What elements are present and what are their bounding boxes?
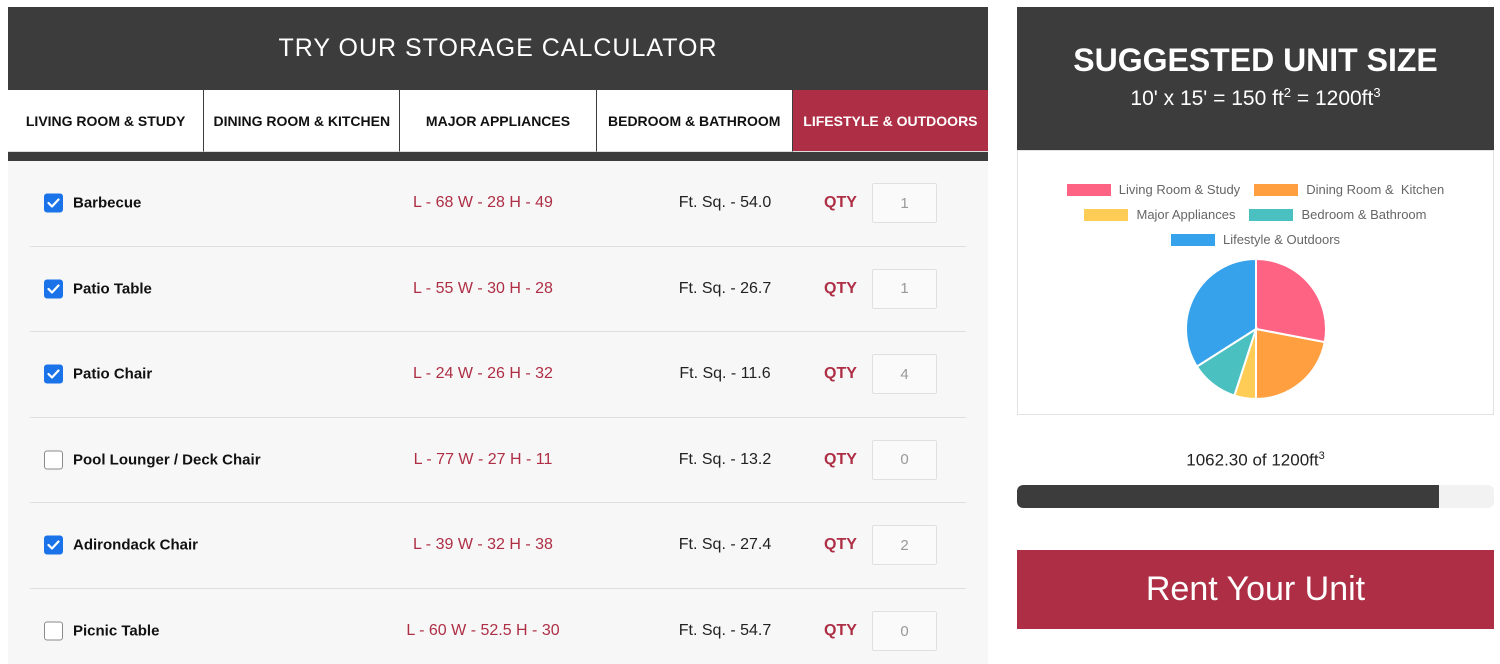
list-item: Patio Table L - 55 W - 30 H - 28 Ft. Sq. -… <box>30 247 966 332</box>
legend-swatch <box>1066 183 1111 196</box>
category-pie-chart: Living Room & Study Dining Room & Kitche… <box>1017 150 1494 415</box>
suggested-unit-panel: SUGGESTED UNIT SIZE 10' x 15' = 150 ft2 … <box>1017 7 1494 150</box>
list-item: Picnic Table L - 60 W - 52.5 H - 30 Ft. Sq… <box>30 589 966 664</box>
item-square-feet: Ft. Sq. - 54.7 <box>678 622 772 640</box>
quantity-input[interactable] <box>872 354 937 395</box>
formula-mid: = 1200ft <box>1291 87 1374 110</box>
item-name: Barbecue <box>73 194 142 212</box>
usage-readout: 1062.30 of 1200ft3 <box>1017 450 1494 471</box>
legend-label: Bedroom & Bathroom <box>1301 207 1427 222</box>
formula-sup-3: 3 <box>1373 85 1381 100</box>
legend-item-major-appliances[interactable]: Major Appliances <box>1084 207 1235 222</box>
unit-size-formula: 10' x 15' = 150 ft2 = 1200ft3 <box>1017 80 1494 112</box>
capacity-progress-bar <box>1017 485 1494 508</box>
rent-unit-button[interactable]: Rent Your Unit <box>1017 550 1494 629</box>
item-square-feet: Ft. Sq. - 27.4 <box>678 536 772 554</box>
quantity-input[interactable] <box>872 268 937 309</box>
quantity-input[interactable] <box>872 183 937 224</box>
item-checkbox[interactable] <box>44 621 63 641</box>
category-tabs: LIVING ROOM & STUDY DINING ROOM & KITCHE… <box>8 90 988 152</box>
tab-major-appliances[interactable]: MAJOR APPLIANCES <box>400 90 597 152</box>
legend-item-dining-room[interactable]: Dining Room & Kitchen <box>1254 182 1444 197</box>
item-checkbox[interactable] <box>44 279 63 299</box>
qty-label: QTY <box>824 450 857 468</box>
item-name: Patio Chair <box>73 365 153 383</box>
pie-slice-1[interactable] <box>1255 327 1326 401</box>
list-item: Adirondack Chair L - 39 W - 32 H - 38 Ft. … <box>30 503 966 589</box>
item-checkbox[interactable] <box>44 364 63 384</box>
tab-living-room-study[interactable]: LIVING ROOM & STUDY <box>8 90 205 152</box>
legend-item-living-room[interactable]: Living Room & Study <box>1066 182 1241 197</box>
quantity-input[interactable] <box>872 439 937 480</box>
qty-label: QTY <box>824 365 857 383</box>
item-dimensions: L - 55 W - 30 H - 28 <box>413 279 553 297</box>
legend-label: Major Appliances <box>1136 207 1236 222</box>
tab-bedroom-bathroom[interactable]: BEDROOM & BATHROOM <box>596 90 793 152</box>
tab-lifestyle-outdoors[interactable]: LIFESTYLE & OUTDOORS <box>792 90 988 152</box>
item-square-feet: Ft. Sq. - 54.0 <box>678 194 772 212</box>
quantity-input[interactable] <box>872 611 937 652</box>
suggested-unit-title: SUGGESTED UNIT SIZE <box>1073 42 1438 78</box>
qty-label: QTY <box>824 279 857 297</box>
list-item: Patio Chair L - 24 W - 26 H - 32 Ft. Sq. -… <box>30 332 966 418</box>
formula-prefix: 10' x 15' = 150 ft <box>1130 87 1284 110</box>
item-dimensions: L - 68 W - 28 H - 49 <box>413 194 553 212</box>
legend-label: Living Room & Study <box>1118 182 1241 197</box>
pie-chart <box>1185 257 1327 401</box>
item-dimensions: L - 60 W - 52.5 H - 30 <box>406 622 560 640</box>
chart-legend: Living Room & Study Dining Room & Kitche… <box>1018 177 1493 252</box>
item-dimensions: L - 39 W - 32 H - 38 <box>413 536 553 554</box>
legend-label: Lifestyle & Outdoors <box>1222 232 1341 247</box>
storage-calculator: TRY OUR STORAGE CALCULATOR LIVING ROOM &… <box>8 7 988 664</box>
item-name: Adirondack Chair <box>73 536 199 554</box>
legend-label: Dining Room & Kitchen <box>1306 182 1445 197</box>
capacity-progress-fill <box>1017 485 1440 508</box>
qty-label: QTY <box>824 622 857 640</box>
item-square-feet: Ft. Sq. - 26.7 <box>678 279 772 297</box>
qty-label: QTY <box>824 536 857 554</box>
tab-dining-room-kitchen[interactable]: DINING ROOM & KITCHEN <box>204 90 401 152</box>
calculator-title: TRY OUR STORAGE CALCULATOR <box>8 7 988 90</box>
item-dimensions: L - 77 W - 27 H - 11 <box>413 450 553 468</box>
legend-item-lifestyle-outdoors[interactable]: Lifestyle & Outdoors <box>1170 232 1341 247</box>
item-checkbox[interactable] <box>44 450 63 470</box>
legend-item-bedroom-bathroom[interactable]: Bedroom & Bathroom <box>1249 207 1427 222</box>
legend-swatch <box>1170 233 1215 246</box>
item-square-feet: Ft. Sq. - 11.6 <box>679 365 771 383</box>
legend-swatch <box>1254 183 1299 196</box>
tab-underline <box>8 152 988 161</box>
quantity-input[interactable] <box>872 525 937 566</box>
legend-swatch <box>1084 208 1129 221</box>
pie-slice-0[interactable] <box>1255 257 1327 344</box>
item-name: Pool Lounger / Deck Chair <box>73 451 261 469</box>
list-item: Barbecue L - 68 W - 28 H - 49 Ft. Sq. - 54… <box>30 161 966 247</box>
item-list: Barbecue L - 68 W - 28 H - 49 Ft. Sq. - 54… <box>8 161 988 664</box>
list-item: Pool Lounger / Deck Chair L - 77 W - 27 H… <box>30 418 966 503</box>
item-dimensions: L - 24 W - 26 H - 32 <box>413 365 553 383</box>
usage-text: 1062.30 of 1200ft <box>1186 450 1319 470</box>
item-square-feet: Ft. Sq. - 13.2 <box>678 450 772 468</box>
qty-label: QTY <box>824 194 857 212</box>
item-name: Patio Table <box>73 280 152 298</box>
formula-sup-2: 2 <box>1283 85 1292 100</box>
item-checkbox[interactable] <box>44 535 63 555</box>
item-name: Picnic Table <box>73 622 160 640</box>
legend-swatch <box>1249 208 1294 221</box>
item-checkbox[interactable] <box>44 193 63 213</box>
usage-sup: 3 <box>1318 450 1325 462</box>
